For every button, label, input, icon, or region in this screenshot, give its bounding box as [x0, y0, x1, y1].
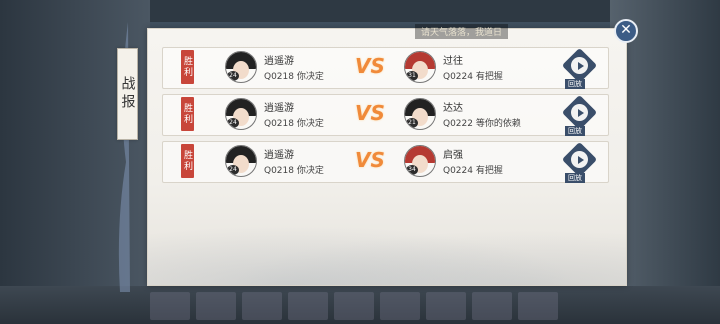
opponent-avatar[interactable]: 21	[404, 98, 436, 130]
opponent-server-id: Q0224	[443, 72, 473, 82]
thumb	[472, 292, 512, 320]
player-server-id: Q0218	[264, 72, 294, 82]
opponent-name: 过往	[443, 56, 463, 67]
opponent-level: 21	[406, 118, 418, 128]
player-server-id: Q0218	[264, 119, 294, 129]
replay-label: 回放	[565, 173, 585, 183]
win-badge: 胜利	[181, 144, 194, 178]
player-guild: 你决定	[296, 72, 324, 82]
opponent-name: 启强	[443, 150, 463, 161]
thumb	[518, 292, 558, 320]
player-name: 逍遥游	[264, 150, 294, 161]
replay-label: 回放	[565, 79, 585, 89]
play-icon[interactable]	[571, 57, 588, 74]
opponent-guild: 有把握	[475, 166, 503, 176]
thumb	[426, 292, 466, 320]
battle-record-row: 胜利 24 逍遥游 Q0218 你决定 VS 21 达达 Q0222 等你的依赖…	[162, 94, 609, 136]
player-level: 24	[227, 71, 239, 81]
thumb	[150, 292, 190, 320]
player-server: Q0218 你决定	[264, 163, 324, 176]
win-badge: 胜利	[181, 50, 194, 84]
opponent-server: Q0224 有把握	[443, 163, 503, 176]
opponent-level: 31	[406, 71, 418, 81]
tab-battle-report[interactable]: 战报	[117, 48, 138, 140]
player-guild: 你决定	[296, 119, 324, 129]
thumb	[288, 292, 328, 320]
opponent-level: 34	[406, 165, 418, 175]
player-name: 逍遥游	[264, 103, 294, 114]
battle-record-row: 胜利 24 逍遥游 Q0218 你决定 VS 34 启强 Q0224 有把握 回…	[162, 141, 609, 183]
scrolling-announcement: 请天气落落，我道日	[415, 24, 509, 39]
opponent-server-id: Q0224	[443, 166, 473, 176]
player-avatar[interactable]: 24	[225, 98, 257, 130]
player-avatar[interactable]: 24	[225, 51, 257, 83]
player-server: Q0218 你决定	[264, 116, 324, 129]
opponent-server-id: Q0222	[443, 119, 473, 129]
panel-landscape-decoration	[148, 215, 626, 285]
opponent-name: 达达	[443, 103, 463, 114]
vs-label: VS	[355, 148, 385, 172]
opponent-avatar[interactable]: 34	[404, 145, 436, 177]
battle-record-row: 胜利 24 逍遥游 Q0218 你决定 VS 31 过往 Q0224 有把握 回…	[162, 47, 609, 89]
thumb	[334, 292, 374, 320]
player-avatar[interactable]: 24	[225, 145, 257, 177]
player-server-id: Q0218	[264, 166, 294, 176]
player-server: Q0218 你决定	[264, 69, 324, 82]
vs-label: VS	[355, 54, 385, 78]
opponent-guild: 等你的依赖	[475, 119, 521, 129]
thumb	[242, 292, 282, 320]
player-guild: 你决定	[296, 166, 324, 176]
opponent-guild: 有把握	[475, 72, 503, 82]
vs-label: VS	[355, 101, 385, 125]
thumb	[196, 292, 236, 320]
play-icon[interactable]	[571, 104, 588, 121]
close-button[interactable]: ✕	[614, 19, 638, 43]
bottom-thumbnails	[150, 292, 558, 320]
opponent-server: Q0222 等你的依赖	[443, 116, 521, 129]
player-name: 逍遥游	[264, 56, 294, 67]
opponent-avatar[interactable]: 31	[404, 51, 436, 83]
opponent-server: Q0224 有把握	[443, 69, 503, 82]
play-icon[interactable]	[571, 151, 588, 168]
player-level: 24	[227, 118, 239, 128]
player-level: 24	[227, 165, 239, 175]
thumb	[380, 292, 420, 320]
replay-label: 回放	[565, 126, 585, 136]
win-badge: 胜利	[181, 97, 194, 131]
